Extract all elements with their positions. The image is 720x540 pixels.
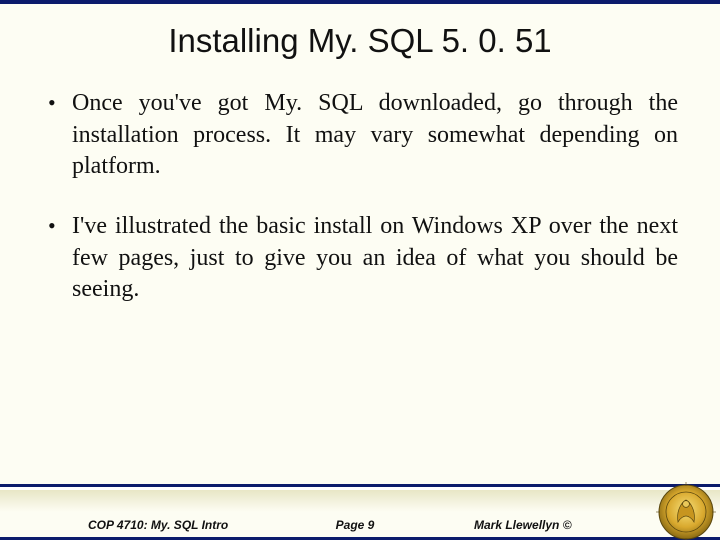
bullet-marker: • [42, 88, 72, 118]
bullet-text: Once you've got My. SQL downloaded, go t… [72, 88, 678, 183]
footer-text-row: COP 4710: My. SQL Intro Page 9 Mark Llew… [0, 518, 720, 532]
slide-title: Installing My. SQL 5. 0. 51 [0, 22, 720, 60]
footer-course: COP 4710: My. SQL Intro [88, 518, 266, 532]
bullet-item: • I've illustrated the basic install on … [42, 211, 678, 306]
bullet-item: • Once you've got My. SQL downloaded, go… [42, 88, 678, 183]
footer-page: Page 9 [266, 518, 444, 532]
bullet-marker: • [42, 211, 72, 241]
footer-author: Mark Llewellyn © [444, 518, 652, 532]
slide-content: • Once you've got My. SQL downloaded, go… [0, 60, 720, 540]
bullet-text: I've illustrated the basic install on Wi… [72, 211, 678, 306]
slide: Installing My. SQL 5. 0. 51 • Once you'v… [0, 0, 720, 540]
ucf-seal-icon [656, 482, 716, 540]
slide-footer: COP 4710: My. SQL Intro Page 9 Mark Llew… [0, 484, 720, 540]
